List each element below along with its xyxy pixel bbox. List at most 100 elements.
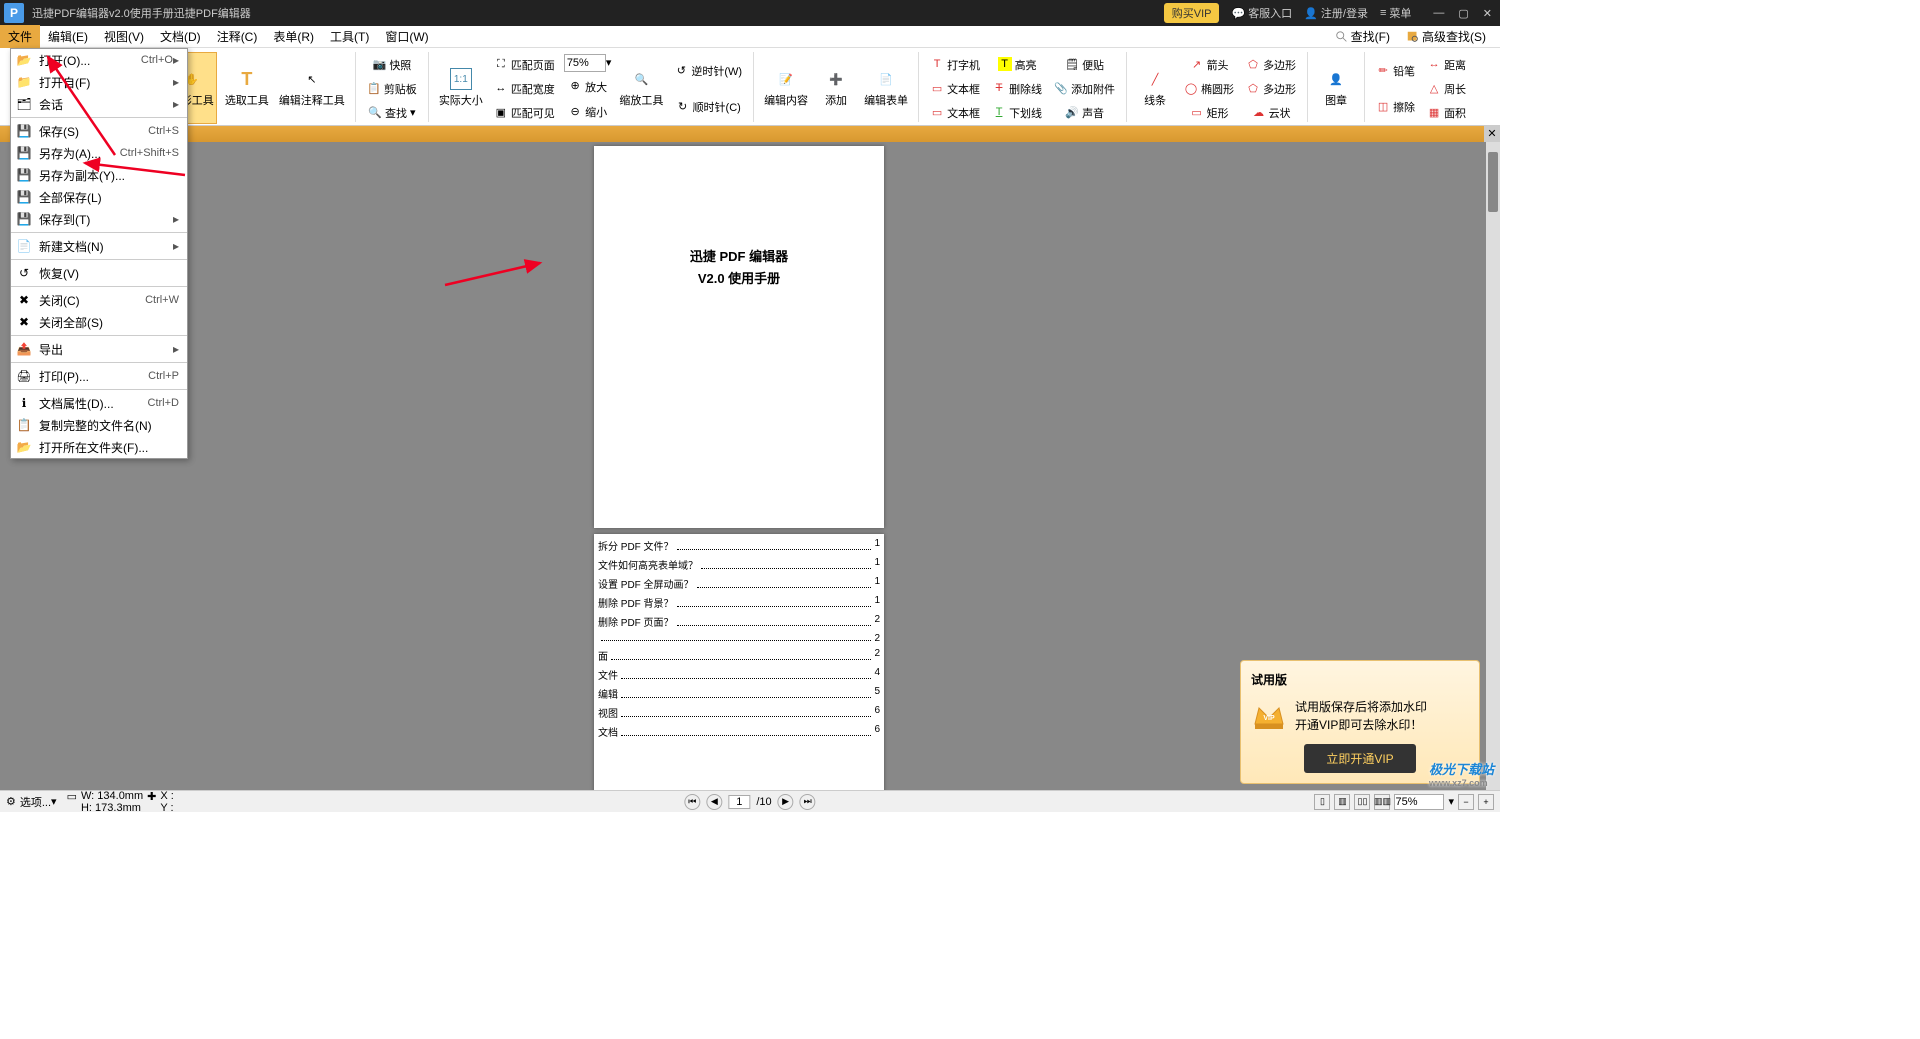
edit-content-icon: 📝: [775, 68, 797, 90]
file-menu-item[interactable]: ℹ文档属性(D)...Ctrl+D: [11, 392, 187, 414]
strikeout-button[interactable]: T删除线: [989, 77, 1045, 99]
menu-view[interactable]: 视图(V): [96, 25, 152, 48]
cloud-button[interactable]: ☁云状: [1243, 101, 1299, 123]
text-select-icon: T: [236, 68, 258, 90]
menu-tools[interactable]: 工具(T): [322, 25, 377, 48]
file-menu-item[interactable]: 📁打开自(F)▸: [11, 71, 187, 93]
menu-edit[interactable]: 编辑(E): [40, 25, 96, 48]
ellipse-button[interactable]: ◯椭圆形: [1181, 77, 1237, 99]
file-menu-item[interactable]: ✖关闭(C)Ctrl+W: [11, 289, 187, 311]
rotate-cw-button[interactable]: ↻顺时针(C): [671, 95, 745, 117]
fit-page-button[interactable]: ⛶匹配页面: [491, 53, 558, 75]
measure-perimeter-button[interactable]: △周长: [1424, 77, 1469, 99]
zoom-in-status-button[interactable]: +: [1478, 794, 1494, 810]
layout-single-button[interactable]: ▯: [1314, 794, 1330, 810]
attach-button[interactable]: 📎添加附件: [1051, 77, 1118, 99]
page-number-input[interactable]: [728, 795, 750, 809]
polygon-button[interactable]: ⬠多边形: [1243, 53, 1299, 75]
zoom-out-button[interactable]: ⊖缩小: [564, 100, 612, 122]
zoom-tool-button[interactable]: 🔍缩放工具: [617, 52, 665, 124]
file-menu-dropdown: 📂打开(O)...Ctrl+O▸📁打开自(F)▸🗂会话▸ 💾保存(S)Ctrl+S…: [10, 48, 188, 459]
options-button[interactable]: 选项...: [20, 794, 51, 810]
login-link[interactable]: 👤注册/登录: [1304, 5, 1368, 21]
menu-comment[interactable]: 注释(C): [209, 25, 266, 48]
rotate-ccw-button[interactable]: ↺逆时针(W): [671, 59, 745, 81]
ribbon-find-button[interactable]: 🔍查找 ▾: [364, 101, 420, 123]
scrollbar-thumb[interactable]: [1488, 152, 1498, 212]
next-page-button[interactable]: ▶: [778, 794, 794, 810]
layout-facing-cont-button[interactable]: ▥▥: [1374, 794, 1390, 810]
stamp-button[interactable]: 👤图章: [1316, 52, 1356, 124]
snapshot-button[interactable]: 📷快照: [364, 53, 420, 75]
arrow-tool-button[interactable]: ↗箭头: [1181, 53, 1237, 75]
file-menu-item[interactable]: 💾另存为(A)...Ctrl+Shift+S: [11, 142, 187, 164]
underline-button[interactable]: T下划线: [989, 101, 1045, 123]
file-menu-item[interactable]: 📂打开(O)...Ctrl+O▸: [11, 49, 187, 71]
fit-visible-button[interactable]: ▣匹配可见: [491, 101, 558, 123]
last-page-button[interactable]: ⏭: [800, 794, 816, 810]
highlight-button[interactable]: T高亮: [989, 53, 1045, 75]
sound-button[interactable]: 🔊声音: [1051, 101, 1118, 123]
file-menu-item[interactable]: 📂打开所在文件夹(F)...: [11, 436, 187, 458]
textbox-button[interactable]: ▭文本框: [927, 77, 983, 99]
polyline-button[interactable]: ⬠多边形: [1243, 77, 1299, 99]
tab-close-button[interactable]: ✕: [1484, 126, 1500, 142]
file-menu-item[interactable]: 💾另存为副本(Y)...: [11, 164, 187, 186]
measure-area-button[interactable]: ▦面积: [1424, 101, 1469, 123]
typewriter-button[interactable]: T打字机: [927, 53, 983, 75]
advanced-find-button[interactable]: 高级查找(S): [1400, 26, 1492, 47]
eraser-button[interactable]: ◫擦除: [1373, 95, 1418, 117]
gear-icon[interactable]: ⚙: [6, 795, 16, 808]
support-link[interactable]: 💬客服入口: [1231, 5, 1292, 21]
file-menu-item[interactable]: 📋复制完整的文件名(N): [11, 414, 187, 436]
typewriter-icon: T: [930, 57, 944, 71]
edit-content-button[interactable]: 📝编辑内容: [762, 52, 810, 124]
upgrade-vip-button[interactable]: 立即开通VIP: [1304, 744, 1415, 773]
close-button[interactable]: ✕: [1483, 7, 1492, 20]
menu-window[interactable]: 窗口(W): [377, 25, 436, 48]
select-tool-button[interactable]: T选取工具: [223, 52, 271, 124]
prev-page-button[interactable]: ◀: [706, 794, 722, 810]
clipboard-button[interactable]: 📋剪贴板: [364, 77, 420, 99]
file-menu-item[interactable]: 📄新建文档(N)▸: [11, 235, 187, 257]
main-menu-button[interactable]: ≡菜单: [1380, 5, 1411, 21]
file-menu-item[interactable]: 💾保存到(T)▸: [11, 208, 187, 230]
textbox2-button[interactable]: ▭文本框: [927, 101, 983, 123]
app-icon: P: [4, 3, 24, 23]
file-menu-item[interactable]: 📤导出▸: [11, 338, 187, 360]
vertical-scrollbar[interactable]: [1486, 142, 1500, 790]
menu-file[interactable]: 文件: [0, 25, 40, 48]
file-menu-item[interactable]: 🗂会话▸: [11, 93, 187, 115]
highlight-icon: T: [998, 57, 1012, 71]
measure-distance-button[interactable]: ↔距离: [1424, 53, 1469, 75]
fit-width-button[interactable]: ↔匹配宽度: [491, 77, 558, 99]
maximize-button[interactable]: ▢: [1458, 7, 1468, 20]
file-menu-item[interactable]: 💾保存(S)Ctrl+S: [11, 120, 187, 142]
rect-button[interactable]: ▭矩形: [1181, 101, 1237, 123]
menu-shortcut: Ctrl+Shift+S: [120, 147, 179, 159]
edit-form-button[interactable]: 📄编辑表单: [862, 52, 910, 124]
actual-size-button[interactable]: 1:1实际大小: [437, 52, 485, 124]
menu-document[interactable]: 文档(D): [152, 25, 209, 48]
add-button[interactable]: ➕添加: [816, 52, 856, 124]
find-button[interactable]: 查找(F): [1329, 26, 1396, 47]
zoom-input[interactable]: [564, 54, 606, 72]
file-menu-item[interactable]: ✖关闭全部(S): [11, 311, 187, 333]
status-zoom-input[interactable]: [1394, 794, 1444, 810]
layout-facing-button[interactable]: ▯▯: [1354, 794, 1370, 810]
minimize-button[interactable]: —: [1433, 7, 1444, 20]
save-as-icon: 💾: [15, 145, 33, 161]
file-menu-item[interactable]: 💾全部保存(L): [11, 186, 187, 208]
annot-tool-button[interactable]: ↖编辑注释工具: [277, 52, 347, 124]
pencil-button[interactable]: ✏铅笔: [1373, 59, 1418, 81]
layout-continuous-button[interactable]: ▥: [1334, 794, 1350, 810]
file-menu-item[interactable]: 🖨打印(P)...Ctrl+P: [11, 365, 187, 387]
line-tool-button[interactable]: ╱线条: [1135, 52, 1175, 124]
file-menu-item[interactable]: ↺恢复(V): [11, 262, 187, 284]
buy-vip-button[interactable]: 购买VIP: [1164, 3, 1220, 23]
sticky-note-button[interactable]: 🗒便贴: [1051, 53, 1118, 75]
first-page-button[interactable]: ⏮: [684, 794, 700, 810]
zoom-in-button[interactable]: ⊕放大: [564, 75, 612, 97]
menu-form[interactable]: 表单(R): [265, 25, 322, 48]
zoom-out-status-button[interactable]: −: [1458, 794, 1474, 810]
